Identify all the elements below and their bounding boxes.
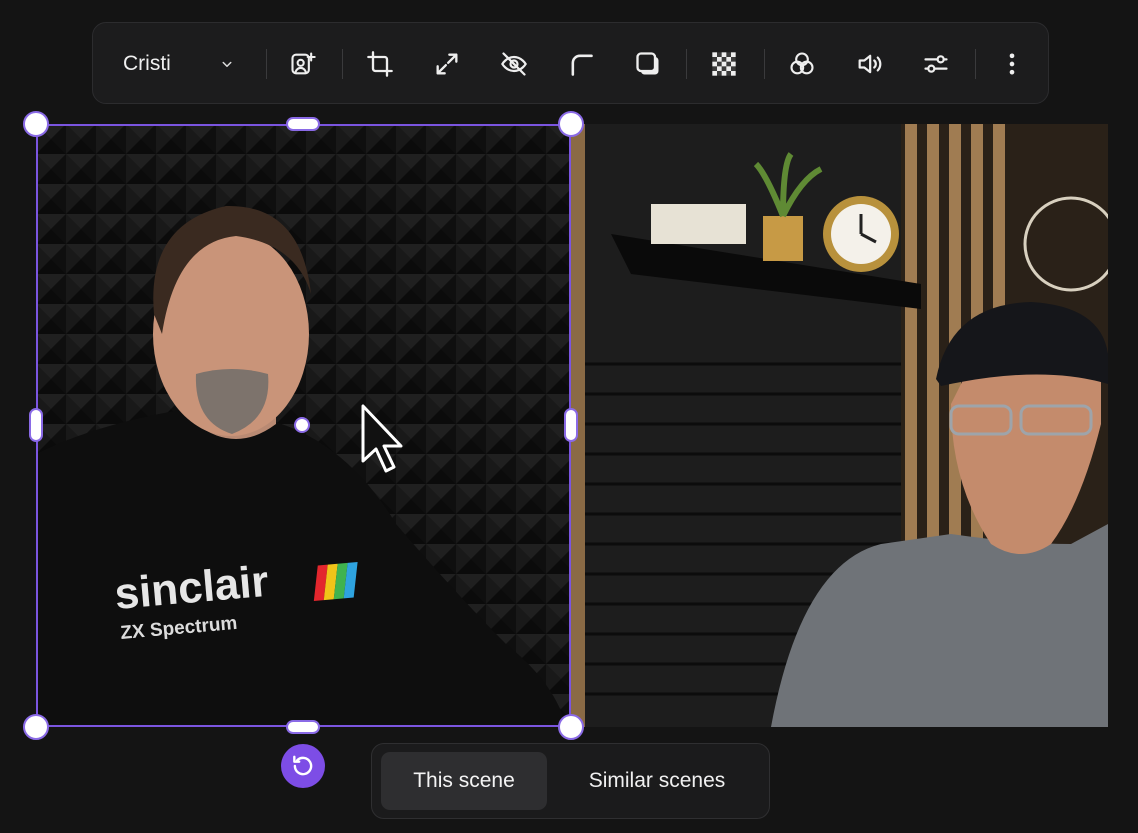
video-frame-right <box>571 124 1108 727</box>
video-feed-guest[interactable] <box>571 124 1108 727</box>
adjustments-icon <box>924 55 948 73</box>
corner-radius-icon <box>571 54 593 76</box>
volume-icon <box>858 54 882 74</box>
resize-handle-bottom[interactable] <box>286 720 320 734</box>
element-toolbar: Cristi <box>92 22 1049 104</box>
transparency-icon <box>712 52 736 76</box>
scene-scope-tabs: This scene Similar scenes <box>371 743 770 819</box>
mouse-cursor-icon <box>361 404 403 473</box>
volume-button[interactable] <box>849 44 889 84</box>
hide-button[interactable] <box>494 44 534 84</box>
adjustments-button[interactable] <box>916 44 956 84</box>
crop-icon <box>367 51 393 77</box>
chevron-down-icon <box>222 61 232 67</box>
filters-button[interactable] <box>782 44 822 84</box>
more-options-button[interactable] <box>992 44 1032 84</box>
resize-handle-bottom-right[interactable] <box>558 714 584 740</box>
add-member-icon <box>291 52 316 75</box>
eye-off-icon <box>501 52 527 76</box>
participant-dropdown-button[interactable] <box>207 44 247 84</box>
resize-handle-top-right[interactable] <box>558 111 584 137</box>
toolbar-divider <box>266 49 267 79</box>
participant-name[interactable]: Cristi <box>123 23 171 105</box>
toolbar-divider <box>686 49 687 79</box>
shadow-button[interactable] <box>628 44 668 84</box>
resize-handle-left[interactable] <box>29 408 43 442</box>
rotate-icon <box>293 755 313 776</box>
resize-handle-top[interactable] <box>286 117 320 131</box>
resize-handle-right[interactable] <box>564 408 578 442</box>
more-vertical-icon <box>1009 53 1015 75</box>
expand-icon <box>436 53 458 75</box>
transform-anchor-point[interactable] <box>294 417 310 433</box>
shadow-icon <box>636 52 659 75</box>
shirt-rainbow-stripes <box>313 562 358 602</box>
toolbar-divider <box>764 49 765 79</box>
resize-handle-bottom-left[interactable] <box>23 714 49 740</box>
expand-button[interactable] <box>427 44 467 84</box>
rotate-button[interactable] <box>281 744 325 788</box>
tab-this-scene[interactable]: This scene <box>381 752 547 810</box>
toolbar-divider <box>342 49 343 79</box>
filters-icon <box>790 52 814 75</box>
crop-button[interactable] <box>360 44 400 84</box>
corner-radius-button[interactable] <box>561 44 601 84</box>
add-member-button[interactable] <box>283 44 323 84</box>
tab-similar-scenes[interactable]: Similar scenes <box>562 752 752 810</box>
resize-handle-top-left[interactable] <box>23 111 49 137</box>
transparency-button[interactable] <box>704 44 744 84</box>
toolbar-divider <box>975 49 976 79</box>
